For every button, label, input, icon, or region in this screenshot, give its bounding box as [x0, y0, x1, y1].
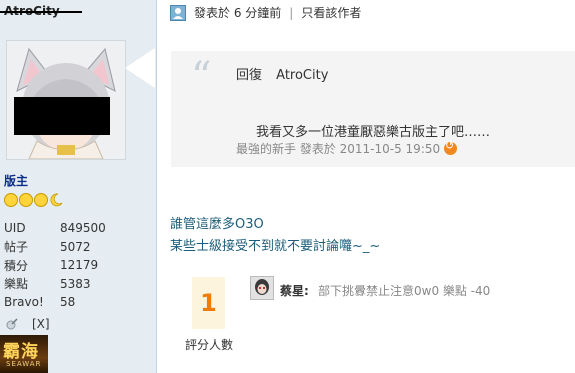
- message-line: 誰管這麼多O3O: [170, 217, 264, 232]
- reply-to-user[interactable]: AtroCity: [276, 68, 328, 83]
- quote-title: 回復 AtroCity: [236, 64, 328, 83]
- quote-meta-text: 最強的新手 發表於 2011-10-5 19:50: [236, 142, 441, 156]
- quote-meta: 最強的新手 發表於 2011-10-5 19:50: [236, 139, 458, 157]
- stat-label: UID: [4, 221, 26, 236]
- stat-label: 帖子: [4, 240, 29, 255]
- medal-text: 霸海: [3, 342, 39, 362]
- stat-row: 帖子 5072: [4, 238, 114, 257]
- stat-value[interactable]: 849500: [60, 221, 106, 235]
- rating-count-label: 評分人數: [185, 338, 234, 352]
- quote-body: 我看又多一位港童厭惡樂古版主了吧……: [256, 125, 491, 140]
- stat-row: 積分 12179: [4, 256, 114, 275]
- medal-badge[interactable]: 霸海 SEAWAR: [0, 335, 48, 373]
- stat-row: 樂點 5383: [4, 275, 114, 294]
- only-author-link[interactable]: 只看該作者: [301, 4, 361, 21]
- username-strike-line: [0, 11, 82, 13]
- separator: |: [289, 5, 294, 20]
- quote-mark-icon: “: [191, 54, 212, 100]
- stat-value: 5383: [60, 276, 91, 291]
- sun-icon: [19, 193, 33, 207]
- close-link[interactable]: [X]: [32, 317, 50, 331]
- reply-prefix: 回復: [236, 68, 263, 83]
- rating-count-box[interactable]: 1: [192, 277, 225, 329]
- stat-value[interactable]: 5072: [60, 240, 91, 254]
- rating-count: 1: [200, 289, 217, 317]
- stat-value: 58: [60, 295, 76, 310]
- post-header: 發表於 6 分鐘前 | 只看該作者: [170, 4, 361, 21]
- sun-icon: [4, 193, 18, 207]
- censor-bar: [14, 97, 110, 135]
- quote-block: “ 回復 AtroCity 我看又多一位港童厭惡樂古版主了吧…… 最強的新手 發…: [171, 51, 575, 167]
- author-rank[interactable]: 版主: [4, 172, 28, 189]
- author-avatar[interactable]: [6, 40, 126, 160]
- moon-icon: [49, 193, 63, 207]
- rater-name[interactable]: 蔡星:: [280, 282, 309, 299]
- medal-subtext: SEAWAR: [6, 360, 42, 368]
- sun-icon: [34, 193, 48, 207]
- icon-row: [X]: [6, 317, 50, 331]
- rater-avatar[interactable]: [250, 276, 274, 300]
- go-to-post-icon[interactable]: [444, 139, 458, 155]
- online-status-icon: [170, 4, 186, 21]
- message-line: 某些士級接受不到就不要討論囖~_~: [170, 239, 381, 254]
- satellite-icon[interactable]: [6, 318, 18, 330]
- stat-value: 12179: [60, 258, 99, 273]
- stat-label: Bravo!: [4, 295, 44, 310]
- avatar-pointer: [125, 48, 155, 88]
- post-time: 發表於 6 分鐘前: [194, 6, 282, 20]
- author-stats: UID 849500 帖子 5072 積分 12179 樂點 5383 Brav…: [4, 219, 114, 312]
- stat-label: 積分: [4, 258, 29, 273]
- stat-label: 樂點: [4, 277, 29, 292]
- author-sidebar: AtroCity 版主 UID 849500: [0, 0, 157, 373]
- rank-stars: [4, 193, 63, 207]
- stat-row: Bravo! 58: [4, 293, 114, 312]
- rater-comment: 部下挑釁禁止注意0w0 樂點 -40: [318, 284, 491, 298]
- stat-row: UID 849500: [4, 219, 114, 238]
